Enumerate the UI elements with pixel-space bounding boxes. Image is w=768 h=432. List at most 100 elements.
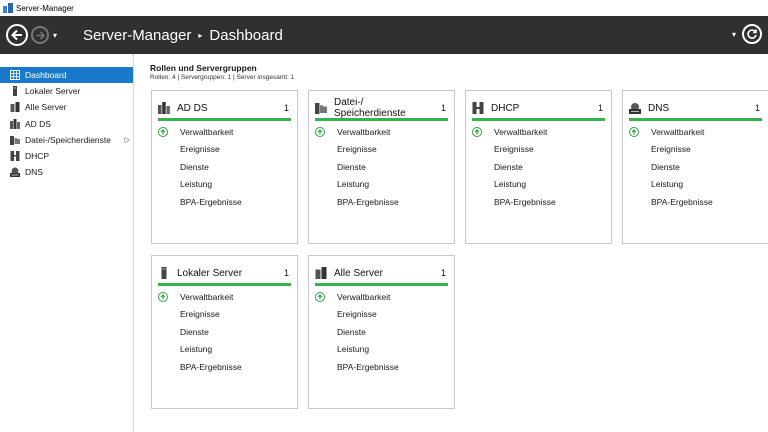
tile-row-services[interactable]: Dienste xyxy=(629,158,762,176)
tile-title: Alle Server xyxy=(334,267,383,279)
tile-row-events[interactable]: Ereignisse xyxy=(315,306,448,324)
tile-row-label: BPA-Ergebnisse xyxy=(337,361,399,372)
tile-row-label: Leistung xyxy=(337,179,370,190)
role-tile-local-server[interactable]: Lokaler Server 1 Verwaltbarkeit Ereignis… xyxy=(151,255,298,409)
sidebar-item-dns[interactable]: DNS xyxy=(0,164,133,180)
tile-count: 1 xyxy=(283,103,289,113)
servers-icon xyxy=(315,267,327,279)
tile-row-events[interactable]: Ereignisse xyxy=(629,141,762,159)
tile-row-label: Leistung xyxy=(180,179,213,190)
tile-row-performance[interactable]: Leistung xyxy=(629,176,762,194)
tile-row-bpa-results[interactable]: BPA-Ergebnisse xyxy=(629,193,762,211)
tile-status-bar xyxy=(629,118,762,121)
back-button[interactable] xyxy=(6,24,28,46)
sidebar-item-all-servers[interactable]: Alle Server xyxy=(0,99,133,115)
tile-count: 1 xyxy=(440,268,446,278)
tile-row-performance[interactable]: Leistung xyxy=(158,176,291,194)
tile-row-services[interactable]: Dienste xyxy=(472,158,605,176)
section-title: Rollen und Servergruppen xyxy=(150,63,257,73)
tile-row-performance[interactable]: Leistung xyxy=(158,341,291,359)
tile-row-label: Leistung xyxy=(337,344,370,355)
sidebar-item-label: Alle Server xyxy=(25,102,67,113)
tile-row-manageability[interactable]: Verwaltbarkeit xyxy=(158,123,291,141)
status-ok-icon xyxy=(158,126,168,137)
tile-row-label: Dienste xyxy=(494,161,523,172)
tile-row-label: Leistung xyxy=(180,344,213,355)
tile-row-manageability[interactable]: Verwaltbarkeit xyxy=(315,123,448,141)
dhcp-icon xyxy=(472,102,484,114)
tile-row-bpa-results[interactable]: BPA-Ergebnisse xyxy=(315,193,448,211)
role-tile-dns[interactable]: DNS 1 Verwaltbarkeit Ereignisse Dienste … xyxy=(622,90,768,244)
tile-row-services[interactable]: Dienste xyxy=(158,323,291,341)
forward-button[interactable] xyxy=(31,26,49,44)
tile-rows: Verwaltbarkeit Ereignisse Dienste Leistu… xyxy=(629,123,762,211)
tile-row-manageability[interactable]: Verwaltbarkeit xyxy=(472,123,605,141)
sidebar-item-ad-ds[interactable]: AD DS xyxy=(0,116,133,132)
tile-row-performance[interactable]: Leistung xyxy=(315,176,448,194)
tile-row-label: Verwaltbarkeit xyxy=(337,291,391,302)
tile-title: AD DS xyxy=(177,102,208,114)
tile-row-events[interactable]: Ereignisse xyxy=(315,141,448,159)
tile-row-bpa-results[interactable]: BPA-Ergebnisse xyxy=(158,193,291,211)
status-ok-icon xyxy=(629,126,639,137)
refresh-dropdown-button[interactable]: ▾ xyxy=(732,30,736,39)
tile-header[interactable]: AD DS 1 xyxy=(158,99,291,117)
tile-row-services[interactable]: Dienste xyxy=(315,158,448,176)
dns-icon xyxy=(10,167,20,178)
role-tile-dhcp[interactable]: DHCP 1 Verwaltbarkeit Ereignisse Dienste… xyxy=(465,90,612,244)
tile-status-bar xyxy=(315,283,448,286)
role-tile-all-servers[interactable]: Alle Server 1 Verwaltbarkeit Ereignisse … xyxy=(308,255,455,409)
tile-title: DHCP xyxy=(491,102,520,114)
tile-header[interactable]: DHCP 1 xyxy=(472,99,605,117)
tile-row-services[interactable]: Dienste xyxy=(315,323,448,341)
tile-title: Lokaler Server xyxy=(177,267,243,279)
tile-header[interactable]: Alle Server 1 xyxy=(315,264,448,282)
tile-row-label: Dienste xyxy=(337,326,366,337)
tile-row-performance[interactable]: Leistung xyxy=(315,341,448,359)
refresh-button[interactable] xyxy=(742,24,762,44)
tile-header[interactable]: Lokaler Server 1 xyxy=(158,264,291,282)
tile-status-bar xyxy=(158,118,291,121)
tile-row-events[interactable]: Ereignisse xyxy=(472,141,605,159)
tile-row-bpa-results[interactable]: BPA-Ergebnisse xyxy=(158,358,291,376)
tile-row-label: Ereignisse xyxy=(494,144,534,155)
tile-row-label: Dienste xyxy=(180,326,209,337)
tile-row-label: Verwaltbarkeit xyxy=(494,126,548,137)
sidebar-item-label: AD DS xyxy=(25,118,51,129)
tile-row-label: Leistung xyxy=(651,179,684,190)
tile-row-label: Verwaltbarkeit xyxy=(180,126,234,137)
sidebar-item-dhcp[interactable]: DHCP xyxy=(0,148,133,164)
tile-row-events[interactable]: Ereignisse xyxy=(158,306,291,324)
tile-header[interactable]: DNS 1 xyxy=(629,99,762,117)
sidebar-item-file-storage[interactable]: Datei-/Speicherdienste ▷ xyxy=(0,132,133,148)
tile-row-manageability[interactable]: Verwaltbarkeit xyxy=(315,288,448,306)
tile-row-label: Dienste xyxy=(337,161,366,172)
sidebar-item-dashboard[interactable]: Dashboard xyxy=(0,67,133,84)
tile-row-bpa-results[interactable]: BPA-Ergebnisse xyxy=(315,358,448,376)
tile-row-events[interactable]: Ereignisse xyxy=(158,141,291,159)
file-storage-icon xyxy=(315,102,327,114)
app-header: ▾ Server-Manager ▸ Dashboard ▾ xyxy=(0,16,768,54)
submenu-arrow-icon[interactable]: ▷ xyxy=(125,136,130,144)
status-ok-icon xyxy=(315,291,325,302)
sidebar-item-label: DNS xyxy=(25,167,43,178)
tile-status-bar xyxy=(472,118,605,121)
tile-count: 1 xyxy=(754,103,760,113)
tile-row-manageability[interactable]: Verwaltbarkeit xyxy=(158,288,291,306)
role-tile-ad-ds[interactable]: AD DS 1 Verwaltbarkeit Ereignisse Dienst… xyxy=(151,90,298,244)
window-title: Server-Manager xyxy=(16,3,74,13)
main-content: Rollen und Servergruppen Rollen: 4 | Ser… xyxy=(135,54,768,432)
tile-row-bpa-results[interactable]: BPA-Ergebnisse xyxy=(472,193,605,211)
tile-rows: Verwaltbarkeit Ereignisse Dienste Leistu… xyxy=(315,288,448,376)
dhcp-icon xyxy=(10,151,20,162)
role-tile-file-storage[interactable]: Datei-/ Speicherdienste 1 Verwaltbarkeit… xyxy=(308,90,455,244)
tile-count: 1 xyxy=(283,268,289,278)
sidebar-item-local-server[interactable]: Lokaler Server xyxy=(0,83,133,99)
tile-row-services[interactable]: Dienste xyxy=(158,158,291,176)
back-arrow-icon xyxy=(11,29,22,41)
tile-row-performance[interactable]: Leistung xyxy=(472,176,605,194)
breadcrumb-app[interactable]: Server-Manager xyxy=(83,27,191,44)
breadcrumb-page: Dashboard xyxy=(209,26,283,44)
history-dropdown-button[interactable]: ▾ xyxy=(53,31,57,40)
tile-row-manageability[interactable]: Verwaltbarkeit xyxy=(629,123,762,141)
